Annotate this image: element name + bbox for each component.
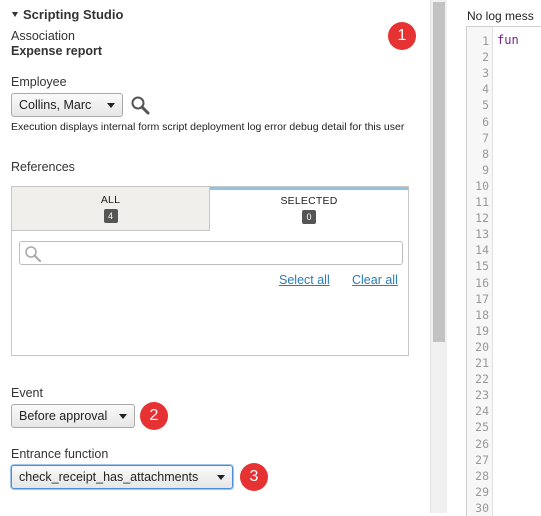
clear-all-link[interactable]: Clear all bbox=[352, 273, 398, 287]
entrance-function-select[interactable]: check_receipt_has_attachments bbox=[11, 465, 233, 489]
entrance-function-label: Entrance function bbox=[11, 447, 109, 461]
line-number: 3 bbox=[482, 66, 489, 81]
line-number: 26 bbox=[475, 436, 489, 451]
dropdown-arrow-icon bbox=[119, 414, 127, 419]
event-select[interactable]: Before approval bbox=[11, 404, 135, 428]
line-number: 24 bbox=[475, 404, 489, 419]
scrollbar-thumb[interactable] bbox=[433, 2, 445, 342]
tab-selected[interactable]: SELECTED 0 bbox=[210, 187, 408, 231]
line-number: 6 bbox=[482, 114, 489, 129]
section-header[interactable]: Scripting Studio bbox=[12, 7, 123, 22]
tab-all-count: 4 bbox=[103, 209, 118, 223]
search-icon[interactable] bbox=[130, 95, 150, 115]
tab-all[interactable]: ALL 4 bbox=[12, 187, 210, 231]
tab-all-label: ALL bbox=[100, 194, 121, 206]
association-label: Association bbox=[11, 29, 75, 43]
tab-selected-label: SELECTED bbox=[280, 195, 338, 207]
callout-badge-3: 3 bbox=[240, 463, 268, 491]
line-number: 2 bbox=[482, 50, 489, 65]
log-message: No log mess bbox=[467, 9, 534, 23]
references-box: ALL 4 SELECTED 0 Select all Clear all bbox=[11, 186, 409, 356]
line-number: 25 bbox=[475, 420, 489, 435]
line-number: 16 bbox=[475, 275, 489, 290]
line-number: 7 bbox=[482, 130, 489, 145]
line-number: 22 bbox=[475, 372, 489, 387]
line-number: 5 bbox=[482, 98, 489, 113]
line-number: 29 bbox=[475, 484, 489, 499]
line-number: 17 bbox=[475, 291, 489, 306]
line-number: 9 bbox=[482, 162, 489, 177]
log-panel: No log mess 1 2 3 4 5 6 7 8 9 10 11 12 13 14 15 16 17 18 1… bbox=[447, 0, 541, 516]
code-editor[interactable]: 1 2 3 4 5 6 7 8 9 10 11 12 13 14 15 16 17 18 19 20 21 22 23 24 2… bbox=[466, 26, 541, 516]
references-search[interactable] bbox=[19, 241, 403, 265]
association-value: Expense report bbox=[11, 44, 103, 58]
line-number: 27 bbox=[475, 452, 489, 467]
line-number: 4 bbox=[482, 82, 489, 97]
vertical-scrollbar[interactable] bbox=[430, 0, 447, 513]
line-number: 11 bbox=[475, 195, 489, 209]
dropdown-arrow-icon bbox=[217, 475, 225, 480]
line-number: 14 bbox=[475, 243, 489, 258]
employee-label: Employee bbox=[11, 75, 67, 89]
line-number: 21 bbox=[475, 356, 489, 370]
line-number: 18 bbox=[475, 307, 489, 322]
select-all-link[interactable]: Select all bbox=[279, 273, 330, 287]
section-title: Scripting Studio bbox=[23, 7, 124, 22]
line-number: 15 bbox=[475, 259, 489, 274]
line-number: 12 bbox=[475, 211, 489, 226]
line-number: 8 bbox=[482, 146, 489, 161]
entrance-function-value: check_receipt_has_attachments bbox=[19, 470, 199, 484]
line-number: 28 bbox=[475, 468, 489, 483]
collapse-triangle-icon[interactable] bbox=[12, 12, 18, 17]
line-number: 13 bbox=[475, 227, 489, 242]
references-search-input[interactable] bbox=[44, 244, 394, 262]
event-label: Event bbox=[11, 386, 43, 400]
employee-note: Execution displays internal form script … bbox=[11, 121, 405, 133]
scripting-studio-panel: Scripting Studio Association Expense rep… bbox=[0, 0, 430, 513]
line-number: 10 bbox=[475, 178, 489, 193]
references-label: References bbox=[11, 160, 75, 174]
line-number: 19 bbox=[475, 323, 489, 338]
line-number: 1 bbox=[482, 34, 489, 48]
callout-badge-2: 2 bbox=[140, 402, 168, 430]
event-select-value: Before approval bbox=[19, 409, 108, 423]
employee-select[interactable]: Collins, Marc bbox=[11, 93, 123, 117]
dropdown-arrow-icon bbox=[107, 103, 115, 108]
line-number: 20 bbox=[475, 339, 489, 354]
code-line-1: fun bbox=[497, 33, 519, 47]
line-number-gutter: 1 2 3 4 5 6 7 8 9 10 11 12 13 14 15 16 17 18 19 20 21 22 23 24 2… bbox=[467, 27, 493, 516]
callout-badge-1: 1 bbox=[388, 22, 416, 50]
search-icon bbox=[25, 246, 42, 263]
tab-selected-count: 0 bbox=[302, 210, 316, 224]
employee-select-value: Collins, Marc bbox=[19, 98, 92, 112]
line-number: 23 bbox=[475, 388, 489, 403]
